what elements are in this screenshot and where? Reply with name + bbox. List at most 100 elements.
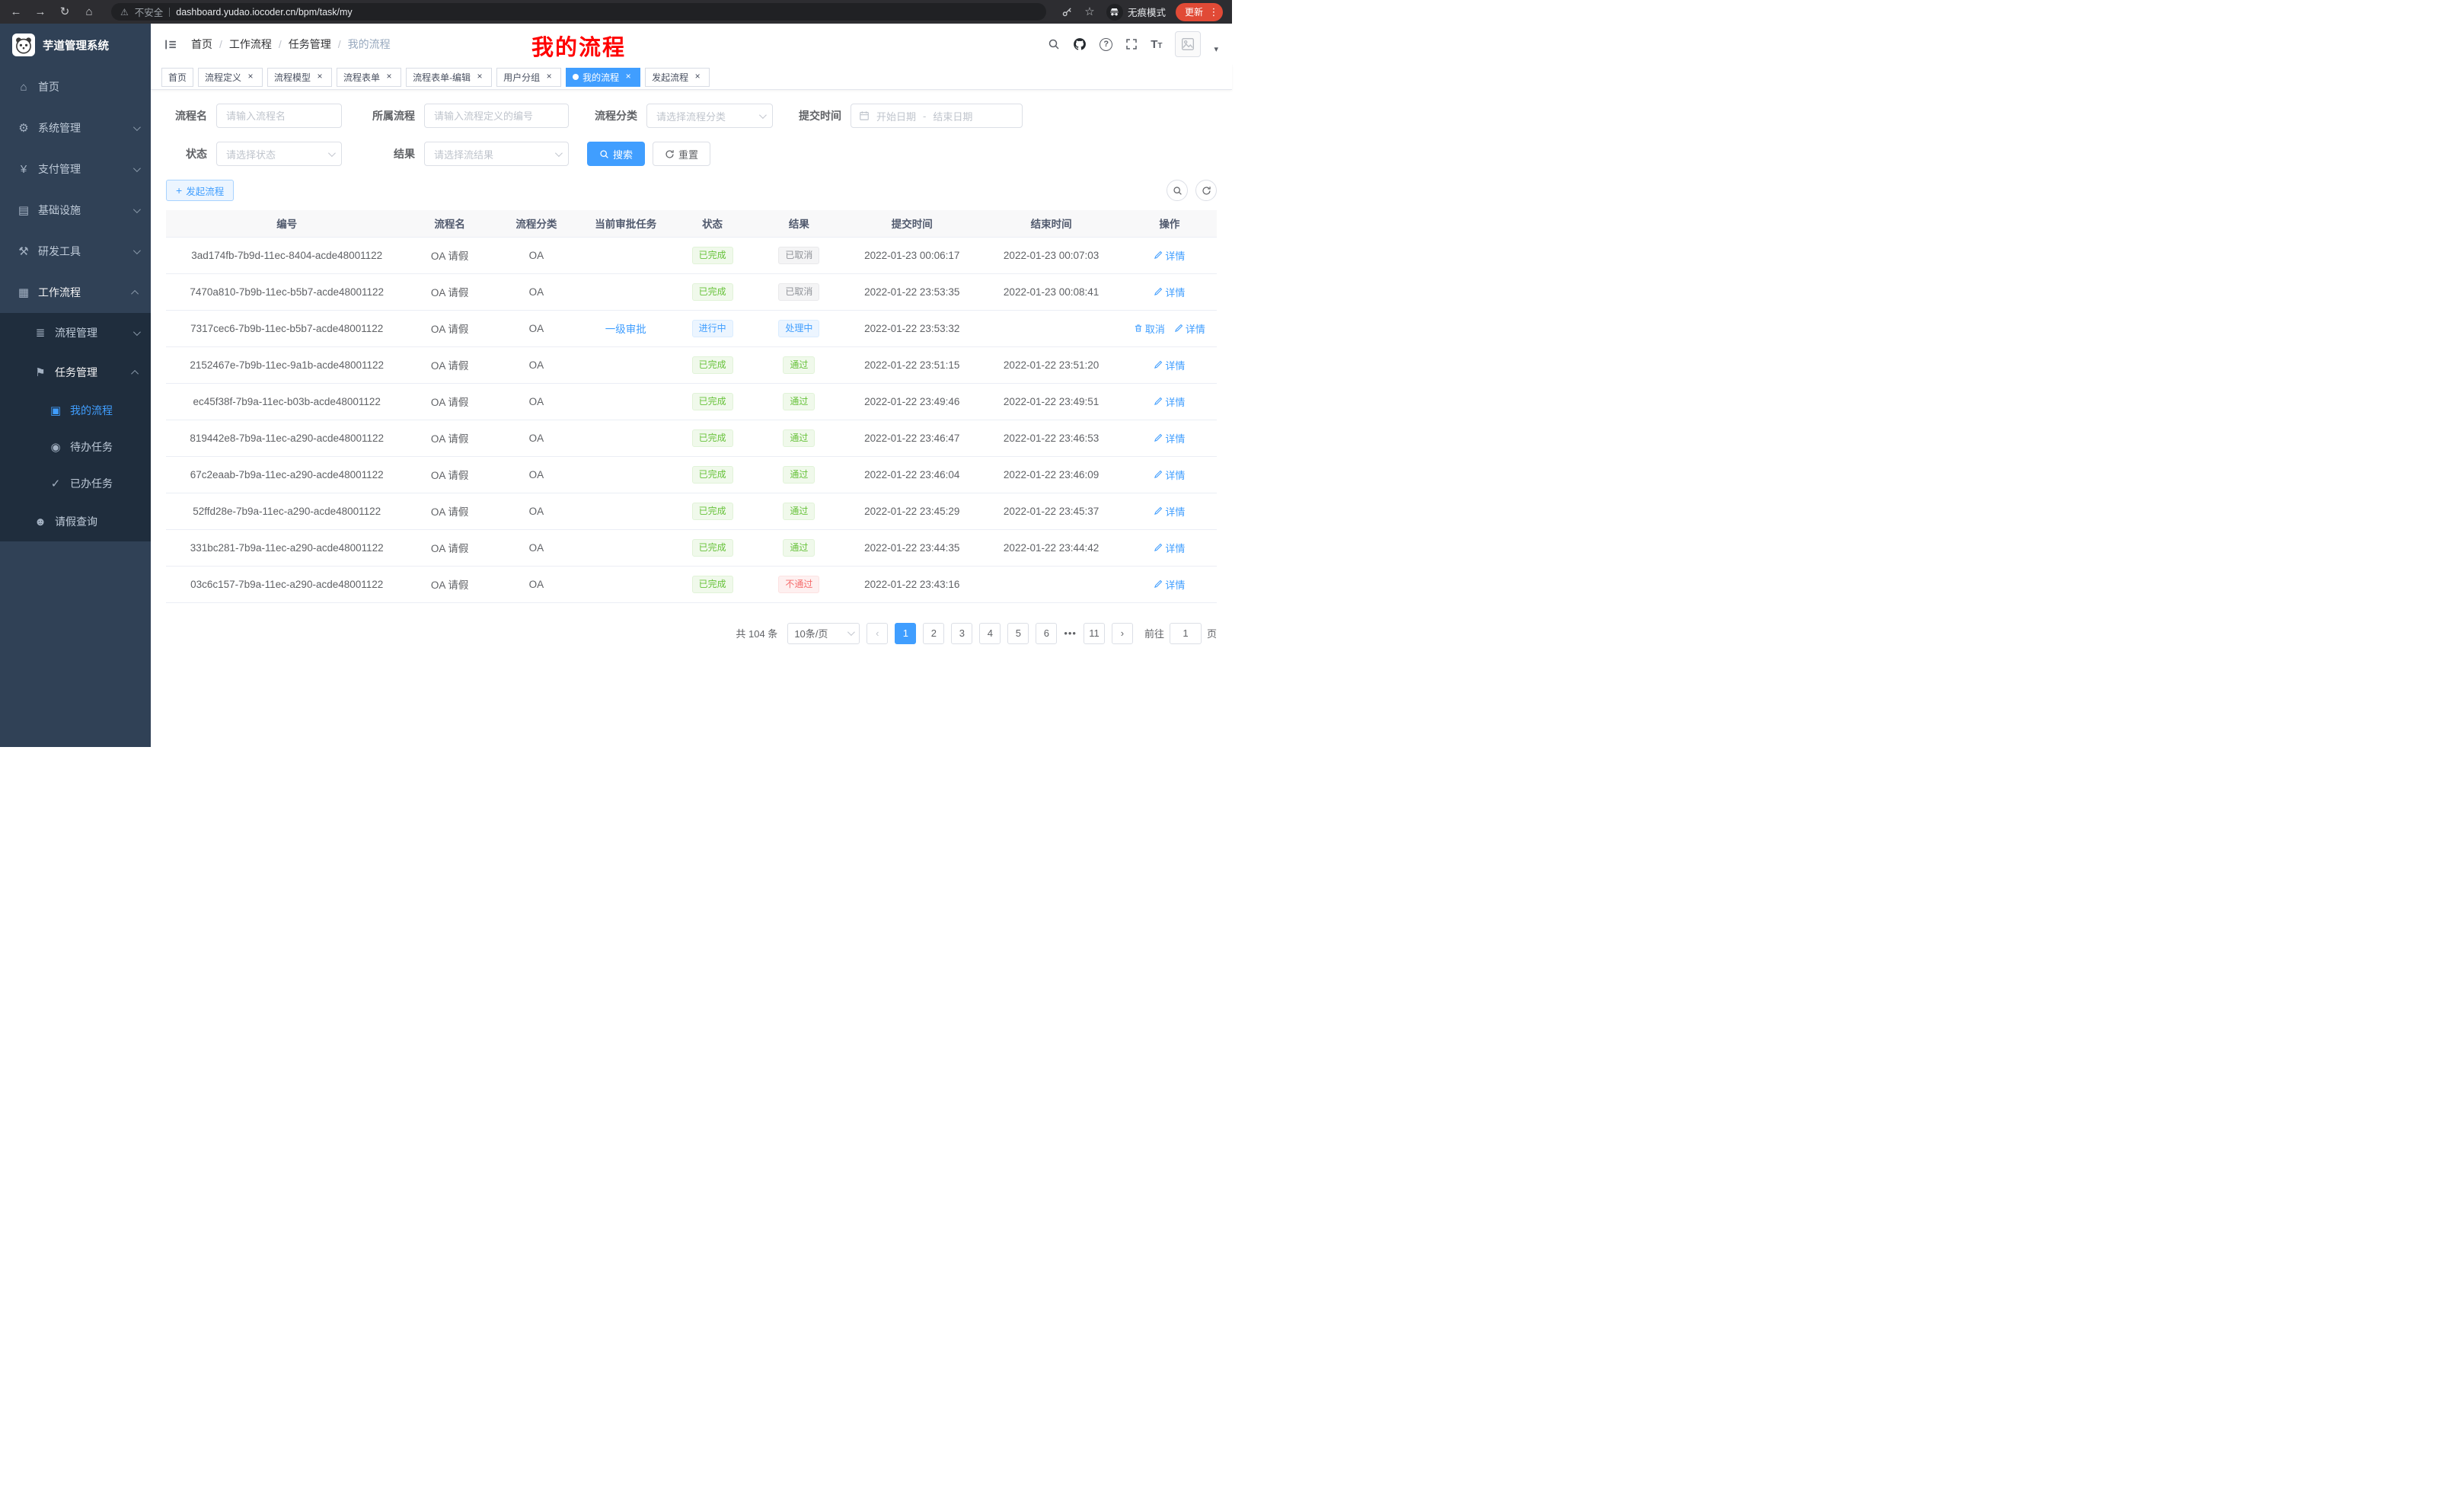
forward-icon[interactable]: → [34, 6, 47, 18]
breadcrumb-item-1[interactable]: 工作流程 [229, 37, 272, 52]
sidebar-item-todo-tasks[interactable]: ◉待办任务 [0, 429, 151, 465]
cancel-link[interactable]: 取消 [1134, 321, 1165, 336]
end-date-placeholder[interactable]: 结束日期 [933, 109, 972, 123]
create-process-button[interactable]: + 发起流程 [166, 180, 234, 201]
page-button-6[interactable]: 6 [1036, 623, 1057, 644]
cell-actions: 详情 [1122, 383, 1217, 420]
sidebar-item-task-management[interactable]: ⚑任务管理 [0, 353, 151, 392]
sidebar-item-infrastructure[interactable]: ▤基础设施 [0, 190, 151, 231]
detail-link[interactable]: 详情 [1154, 541, 1185, 555]
tab-process-form-edit[interactable]: 流程表单-编辑× [406, 68, 492, 87]
sidebar-item-system[interactable]: ⚙系统管理 [0, 107, 151, 148]
sidebar-item-done-tasks[interactable]: ✓已办任务 [0, 465, 151, 502]
page-button-4[interactable]: 4 [979, 623, 1001, 644]
process-definition-input[interactable] [424, 104, 569, 128]
sidebar-item-devtools[interactable]: ⚒研发工具 [0, 231, 151, 272]
page-button-1[interactable]: 1 [895, 623, 916, 644]
tab-my-process[interactable]: 我的流程× [566, 68, 640, 87]
gear-icon: ⚙ [15, 121, 32, 135]
cell-submit-time: 2022-01-22 23:44:35 [844, 529, 980, 566]
prev-page-button[interactable]: ‹ [867, 623, 888, 644]
key-icon[interactable] [1061, 6, 1073, 18]
cell-end-time: 2022-01-23 00:08:41 [980, 273, 1122, 310]
cell-actions: 详情 [1122, 493, 1217, 529]
status-select[interactable]: 请选择状态 [216, 142, 342, 166]
security-label[interactable]: 不安全 [135, 5, 164, 19]
detail-link[interactable]: 详情 [1154, 358, 1185, 372]
start-date-placeholder[interactable]: 开始日期 [876, 109, 916, 123]
cell-actions: 详情 [1122, 420, 1217, 456]
tab-process-form[interactable]: 流程表单× [337, 68, 401, 87]
menu-kebab-icon[interactable]: ⋮ [1208, 6, 1220, 18]
close-icon[interactable]: × [474, 72, 485, 82]
close-icon[interactable]: × [544, 72, 554, 82]
breadcrumb-item-2[interactable]: 任务管理 [289, 37, 331, 52]
result-select[interactable]: 请选择流结果 [424, 142, 569, 166]
address-bar[interactable]: ⚠ 不安全 dashboard.yudao.iocoder.cn/bpm/tas… [111, 3, 1046, 21]
sidebar-item-workflow[interactable]: ▦工作流程 [0, 272, 151, 313]
tab-process-definition[interactable]: 流程定义× [198, 68, 263, 87]
result-badge: 已取消 [778, 283, 819, 301]
detail-link[interactable]: 详情 [1154, 577, 1185, 592]
page-size-select[interactable]: 10条/页 [787, 623, 860, 644]
sidebar-item-process-management[interactable]: ≣流程管理 [0, 313, 151, 353]
close-icon[interactable]: × [692, 72, 703, 82]
search-button[interactable]: 搜索 [587, 142, 645, 166]
help-icon[interactable]: ? [1100, 38, 1112, 51]
fullscreen-icon[interactable] [1125, 38, 1138, 50]
current-task-link[interactable]: 一级审批 [605, 324, 646, 335]
detail-link[interactable]: 详情 [1154, 468, 1185, 482]
tab-user-group[interactable]: 用户分组× [496, 68, 561, 87]
close-icon[interactable]: × [314, 72, 325, 82]
update-button[interactable]: 更新 ⋮ [1176, 3, 1223, 21]
detail-link[interactable]: 详情 [1174, 321, 1205, 336]
goto-page-input[interactable] [1170, 623, 1202, 644]
app-logo[interactable]: 芋道管理系统 [0, 24, 151, 66]
search-icon[interactable] [1048, 38, 1060, 50]
sidebar-item-payment[interactable]: ¥支付管理 [0, 148, 151, 190]
close-icon[interactable]: × [384, 72, 394, 82]
chevron-down-icon [328, 149, 336, 157]
page-button-2[interactable]: 2 [923, 623, 944, 644]
filter-row-1: 流程名 所属流程 流程分类 请选择流程分类 提交时间 [166, 104, 1217, 128]
detail-link[interactable]: 详情 [1154, 504, 1185, 519]
tab-start-process[interactable]: 发起流程× [645, 68, 710, 87]
url-text[interactable]: dashboard.yudao.iocoder.cn/bpm/task/my [176, 7, 352, 18]
tab-home[interactable]: 首页 [161, 68, 193, 87]
caret-down-icon[interactable]: ▾ [1214, 44, 1218, 54]
next-page-button[interactable]: › [1112, 623, 1133, 644]
hamburger-icon[interactable] [164, 38, 177, 51]
back-icon[interactable]: ← [9, 6, 23, 18]
detail-link[interactable]: 详情 [1154, 431, 1185, 445]
font-size-icon[interactable]: TT [1151, 38, 1162, 51]
page-button-5[interactable]: 5 [1007, 623, 1029, 644]
sidebar-item-leave-query[interactable]: ☻请假查询 [0, 502, 151, 541]
detail-link[interactable]: 详情 [1154, 285, 1185, 299]
github-icon[interactable] [1073, 37, 1087, 51]
browser-home-icon[interactable]: ⌂ [82, 6, 96, 18]
more-pages-button[interactable]: ••• [1064, 627, 1077, 639]
category-select[interactable]: 请选择流程分类 [646, 104, 773, 128]
breadcrumb-item-0[interactable]: 首页 [191, 37, 212, 52]
toolbar-search-toggle-icon[interactable] [1167, 180, 1188, 201]
process-name-input[interactable] [216, 104, 342, 128]
page-button-3[interactable]: 3 [951, 623, 972, 644]
page-button-11[interactable]: 11 [1084, 623, 1105, 644]
detail-link[interactable]: 详情 [1154, 248, 1185, 263]
toolbar-refresh-icon[interactable] [1195, 180, 1217, 201]
reload-icon[interactable]: ↻ [58, 6, 72, 18]
sidebar-item-my-process[interactable]: ▣我的流程 [0, 392, 151, 429]
cell-category: OA [492, 310, 581, 346]
submit-time-range-picker[interactable]: 开始日期 - 结束日期 [851, 104, 1023, 128]
close-icon[interactable]: × [623, 72, 634, 82]
cell-category: OA [492, 456, 581, 493]
cell-actions: 详情 [1122, 273, 1217, 310]
sidebar-item-home[interactable]: ⌂首页 [0, 66, 151, 107]
breadcrumb-separator: / [279, 38, 282, 50]
bookmark-star-icon[interactable]: ☆ [1083, 6, 1096, 18]
detail-link[interactable]: 详情 [1154, 394, 1185, 409]
close-icon[interactable]: × [245, 72, 256, 82]
reset-button[interactable]: 重置 [653, 142, 710, 166]
tab-process-model[interactable]: 流程模型× [267, 68, 332, 87]
avatar[interactable] [1175, 31, 1201, 57]
